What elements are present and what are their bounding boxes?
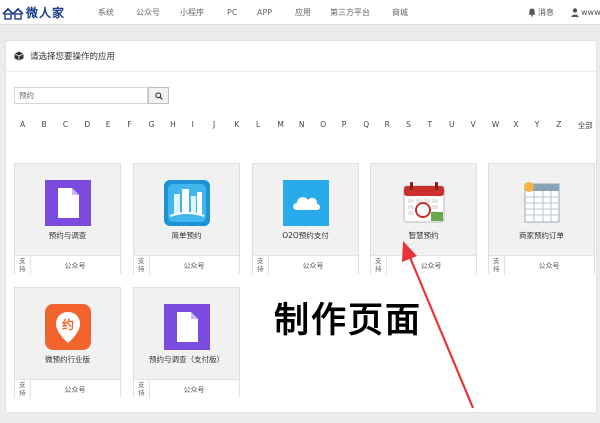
nav-item-apps[interactable]: 应用 [295, 7, 311, 18]
app-name: 预约与调查（支付版） [149, 355, 224, 364]
letter-filter-item[interactable]: I [192, 120, 194, 129]
app-card-o2o-reservation-payment[interactable]: O2O预约支付 支持 公众号 [252, 163, 359, 275]
app-card-merchant-reservation-orders[interactable]: 商家预约订单 支持 公众号 [488, 163, 595, 275]
panel-title: 请选择您要操作的应用 [30, 52, 116, 62]
letter-filter-item[interactable]: S [406, 120, 411, 129]
letter-filter-item[interactable]: Y [535, 120, 540, 129]
document-icon [164, 304, 210, 350]
search-bar [14, 87, 169, 104]
letter-filter-item[interactable]: C [63, 120, 68, 129]
app-card-reservation-survey-paid[interactable]: 预约与调查（支付版） 支持 公众号 [133, 287, 240, 399]
nav-item-mall[interactable]: 商城 [392, 7, 408, 18]
support-label: 支持 [138, 257, 145, 273]
support-label: 支持 [138, 381, 145, 397]
support-label: 支持 [375, 257, 382, 273]
user-menu[interactable]: www [571, 0, 600, 25]
letter-filter-item[interactable]: U [449, 120, 455, 129]
app-name: 预约与调查 [48, 231, 87, 240]
username: www [581, 8, 600, 17]
spreadsheet-icon [524, 182, 560, 223]
letter-filter-item[interactable]: O [320, 120, 326, 129]
nav-item-system[interactable]: 系统 [98, 7, 114, 18]
cube-icon [14, 51, 24, 61]
letter-filter-item[interactable]: Q [363, 120, 369, 129]
letter-filter-item[interactable]: E [106, 120, 111, 129]
search-input[interactable] [14, 87, 148, 104]
app-name: 智慧预约 [408, 231, 439, 240]
letter-filter-item[interactable]: T [428, 120, 433, 129]
app-card-reservation-survey[interactable]: 预约与调查 支持 公众号 [14, 163, 121, 275]
letter-filter-item[interactable]: G [149, 120, 155, 129]
city-icon [164, 180, 210, 226]
letter-filter-item[interactable]: M [277, 120, 283, 129]
support-label: 支持 [257, 257, 264, 273]
app-name: O2O预约支付 [282, 231, 329, 240]
support-label: 支持 [19, 257, 26, 273]
app-name: 微预约行业版 [45, 355, 90, 364]
app-card-simple-reservation[interactable]: 简单预约 支持 公众号 [133, 163, 240, 275]
annotation-label: 制作页面 [274, 301, 423, 341]
document-icon [45, 180, 91, 226]
platform-type: 公众号 [538, 262, 560, 270]
search-icon [154, 91, 163, 100]
user-icon [571, 8, 579, 17]
support-label: 支持 [19, 381, 26, 397]
support-label: 支持 [493, 257, 500, 273]
svg-text:约: 约 [62, 317, 74, 332]
letter-filter-item[interactable]: N [299, 120, 305, 129]
letter-filter-item[interactable]: K [235, 120, 240, 129]
letter-filter-item[interactable]: L [256, 120, 260, 129]
app-selection-panel: 请选择您要操作的应用 ABCDEFGHIJKLMNOPQRSTUVWXYZ全部 … [5, 40, 597, 413]
bell-icon [528, 8, 536, 17]
location-pin-icon: 约 [45, 304, 91, 350]
app-name: 简单预约 [171, 231, 202, 240]
letter-filter-item[interactable]: B [41, 120, 46, 129]
platform-type: 公众号 [420, 262, 442, 270]
letter-filter-item[interactable]: X [513, 120, 518, 129]
letter-filter-item[interactable]: F [127, 120, 131, 129]
platform-type: 公众号 [183, 386, 205, 394]
letter-filter-item[interactable]: J [213, 120, 215, 129]
letter-filter-item[interactable]: R [385, 120, 390, 129]
nav-item-official-account[interactable]: 公众号 [136, 7, 160, 18]
letter-filter-all[interactable]: 全部 [578, 120, 593, 131]
app-card-micro-reservation-industry[interactable]: 约 微预约行业版 支持 公众号 [14, 287, 121, 399]
platform-type: 公众号 [64, 262, 86, 270]
calendar-icon [403, 182, 445, 223]
letter-filter-item[interactable]: Z [556, 120, 561, 129]
panel-header: 请选择您要操作的应用 [6, 41, 596, 72]
letter-filter-item[interactable]: A [20, 120, 25, 129]
messages-label: 消息 [538, 8, 554, 17]
letter-filter-item[interactable]: W [492, 120, 499, 129]
messages-link[interactable]: 消息 [528, 0, 554, 25]
letter-filter-item[interactable]: P [342, 120, 347, 129]
app-name: 商家预约订单 [519, 231, 564, 240]
nav-item-third-party[interactable]: 第三方平台 [330, 7, 370, 18]
platform-type: 公众号 [64, 386, 86, 394]
search-button[interactable] [148, 87, 169, 104]
letter-filter-item[interactable]: V [470, 120, 475, 129]
platform-type: 公众号 [302, 262, 324, 270]
nav-item-pc[interactable]: PC [227, 8, 237, 17]
nav-item-app[interactable]: APP [257, 8, 272, 17]
letter-filter-item[interactable]: H [170, 120, 176, 129]
app-card-smart-reservation[interactable]: 智慧预约 支持 公众号 [370, 163, 477, 275]
platform-type: 公众号 [183, 262, 205, 270]
top-navigation-bar: 微人家 系统 公众号 小程序 PC APP 应用 第三方平台 商城 消息 www [0, 0, 600, 25]
cloud-icon [283, 180, 329, 226]
main-nav: 系统 公众号 小程序 PC APP 应用 第三方平台 商城 [0, 0, 600, 25]
nav-item-mini-program[interactable]: 小程序 [180, 7, 204, 18]
letter-filter-item[interactable]: D [84, 120, 90, 129]
